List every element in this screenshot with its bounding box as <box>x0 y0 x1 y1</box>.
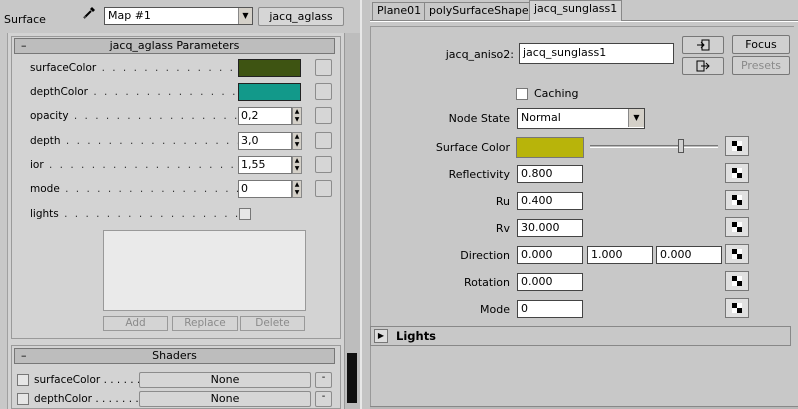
material-name-button[interactable]: jacq_aglass <box>258 7 344 26</box>
focus-input-icon[interactable] <box>682 36 724 54</box>
direction-z-input[interactable]: 0.000 <box>656 246 722 264</box>
spinner-arrows-icon[interactable]: ▲ ▼ <box>292 156 302 174</box>
node-state-dropdown[interactable]: Normal ▼ <box>517 108 645 129</box>
shader-depthcolor-button[interactable]: None <box>139 391 311 407</box>
lights-checkbox[interactable] <box>239 208 251 220</box>
shader-depthcolor-small-button[interactable]: - <box>315 391 332 407</box>
shader-surfacecolor-label: surfaceColor . . . . . . . <box>34 374 147 386</box>
map-button-icon[interactable] <box>725 136 749 156</box>
lights-listbox[interactable] <box>103 230 306 311</box>
expand-arrow-icon[interactable]: ▶ <box>374 329 388 343</box>
rv-input[interactable]: 30.000 <box>517 219 583 237</box>
depthcolor-map-button[interactable] <box>315 83 332 100</box>
direction-x-input[interactable]: 0.000 <box>517 246 583 264</box>
caching-checkbox[interactable] <box>516 88 528 100</box>
shader-depthcolor-checkbox[interactable] <box>17 393 29 405</box>
vertical-scrollbar[interactable] <box>344 33 360 409</box>
map-button-icon[interactable] <box>725 298 749 318</box>
depthcolor-swatch[interactable] <box>238 83 301 101</box>
slider-thumb[interactable] <box>678 139 684 153</box>
chevron-down-icon[interactable]: ▼ <box>628 109 644 127</box>
mode-input[interactable]: 0 <box>517 300 583 318</box>
lights-section-header[interactable]: ▶ Lights <box>370 326 791 346</box>
ru-label: Ru <box>495 195 510 208</box>
map-button-icon[interactable] <box>725 217 749 237</box>
surfacecolor-swatch[interactable] <box>238 59 301 77</box>
direction-label: Direction <box>460 249 510 262</box>
eyedropper-icon[interactable] <box>82 6 96 20</box>
map-button-icon[interactable] <box>725 271 749 291</box>
rotation-input[interactable]: 0.000 <box>517 273 583 291</box>
node-type-label: jacq_aniso2: <box>445 48 514 61</box>
depth-spinner[interactable]: 3,0 <box>238 132 292 150</box>
focus-output-icon[interactable] <box>682 57 724 75</box>
depth-map-button[interactable] <box>315 132 332 149</box>
scrollbar-thumb[interactable] <box>347 353 357 403</box>
lights-section-title: Lights <box>396 329 437 343</box>
node-name-input[interactable]: jacq_sunglass1 <box>519 43 674 64</box>
param-surfacecolor-label: surfaceColor . . . . . . . . . . . . . .… <box>30 62 238 74</box>
replace-button[interactable]: Replace <box>172 316 238 331</box>
param-opacity-label: opacity . . . . . . . . . . . . . . . . … <box>30 110 238 122</box>
spinner-arrows-icon[interactable]: ▲ ▼ <box>292 107 302 125</box>
tab-polysurfaceshape1[interactable]: polySurfaceShape1 <box>424 2 541 20</box>
direction-y-input[interactable]: 1.000 <box>587 246 653 264</box>
opacity-spinner[interactable]: 0,2 <box>238 107 292 125</box>
mode-spinner[interactable]: 0 <box>238 180 292 198</box>
caching-label: Caching <box>534 87 579 100</box>
param-depth-label: depth . . . . . . . . . . . . . . . . . … <box>30 135 238 147</box>
map-select-value: Map #1 <box>108 9 151 22</box>
node-state-value: Normal <box>521 111 561 124</box>
node-state-label: Node State <box>448 112 510 125</box>
reflectivity-input[interactable]: 0.800 <box>517 165 583 183</box>
shader-depthcolor-label: depthColor . . . . . . . . <box>34 393 146 405</box>
collapse-icon[interactable]: – <box>21 349 27 363</box>
opacity-map-button[interactable] <box>315 107 332 124</box>
mode-label: Mode <box>480 303 510 316</box>
surface-label: Surface <box>4 13 46 26</box>
chevron-down-icon[interactable]: ▼ <box>238 8 252 24</box>
map-select[interactable]: Map #1 ▼ <box>104 7 253 25</box>
ior-spinner[interactable]: 1,55 <box>238 156 292 174</box>
map-button-icon[interactable] <box>725 190 749 210</box>
param-depthcolor-label: depthColor . . . . . . . . . . . . . . .… <box>30 86 238 98</box>
map-button-icon[interactable] <box>725 163 749 183</box>
tab-plane01[interactable]: Plane01 <box>372 2 427 20</box>
delete-button[interactable]: Delete <box>240 316 305 331</box>
param-mode-label: mode . . . . . . . . . . . . . . . . . . <box>30 183 238 195</box>
ru-input[interactable]: 0.400 <box>517 192 583 210</box>
spinner-arrows-icon[interactable]: ▲ ▼ <box>292 132 302 150</box>
shader-surfacecolor-small-button[interactable]: - <box>315 372 332 388</box>
parameters-rollout-header[interactable]: – jacq_aglass Parameters <box>14 38 335 54</box>
surface-color-label: Surface Color <box>435 141 510 154</box>
focus-button[interactable]: Focus <box>732 35 790 54</box>
surface-color-swatch[interactable] <box>516 137 584 158</box>
tab-jacq-sunglass1[interactable]: jacq_sunglass1 <box>529 0 623 21</box>
shader-surfacecolor-checkbox[interactable] <box>17 374 29 386</box>
surfacecolor-map-button[interactable] <box>315 59 332 76</box>
rotation-label: Rotation <box>463 276 510 289</box>
spinner-arrows-icon[interactable]: ▲ ▼ <box>292 180 302 198</box>
rv-label: Rv <box>495 222 510 235</box>
reflectivity-label: Reflectivity <box>448 168 510 181</box>
presets-button[interactable]: Presets <box>732 56 790 75</box>
shaders-rollout-header[interactable]: – Shaders <box>14 348 335 364</box>
add-button[interactable]: Add <box>103 316 168 331</box>
rollout-title: jacq_aglass Parameters <box>109 39 240 52</box>
param-ior-label: ior . . . . . . . . . . . . . . . . . . … <box>30 159 238 171</box>
surface-color-slider[interactable] <box>590 145 718 148</box>
shader-surfacecolor-button[interactable]: None <box>139 372 311 388</box>
param-lights-label: lights . . . . . . . . . . . . . . . . .… <box>30 208 238 220</box>
mode-map-button[interactable] <box>315 180 332 197</box>
pane-divider[interactable] <box>360 0 370 409</box>
ior-map-button[interactable] <box>315 156 332 173</box>
map-button-icon[interactable] <box>725 244 749 264</box>
rollout-title: Shaders <box>152 349 197 362</box>
collapse-icon[interactable]: – <box>21 39 27 53</box>
